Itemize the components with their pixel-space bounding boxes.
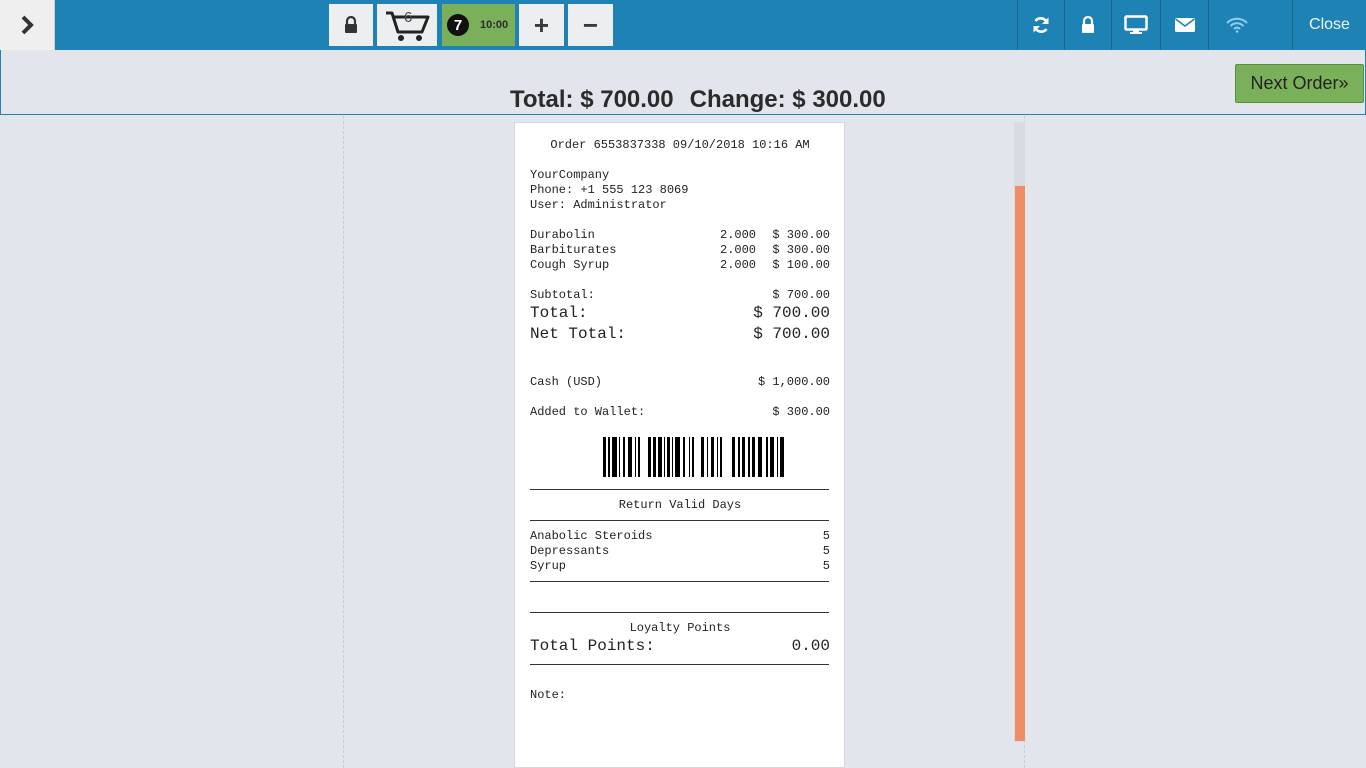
order-number-badge: 7 — [447, 14, 469, 36]
return-days: 5 — [822, 529, 830, 543]
wallet-label: Added to Wallet: — [530, 405, 646, 419]
points-label: Total Points: — [530, 637, 655, 655]
total-value: $ 700.00 — [753, 304, 830, 322]
refresh-icon — [1033, 17, 1049, 33]
return-days: 5 — [822, 559, 830, 573]
line-product: Barbiturates — [530, 243, 617, 257]
scrollbar-thumb[interactable] — [1015, 186, 1025, 741]
line-price: $ 300.00 — [772, 243, 830, 257]
order-lines: Durabolin 2.000 $ 300.00 Barbiturates 2.… — [530, 228, 830, 273]
next-order-button[interactable]: Next Order» — [1235, 64, 1364, 103]
return-row: Syrup 5 — [530, 559, 830, 574]
totals-header: Total: $ 700.00 Change: $ 300.00 Next Ord… — [0, 50, 1366, 115]
chevron-right-icon — [21, 15, 34, 35]
cart-count: 6 — [404, 9, 413, 26]
receipt-header: Order 6553837338 09/10/2018 10:16 AM — [550, 138, 810, 152]
totals-summary: Total: $ 700.00 Change: $ 300.00 — [510, 86, 886, 114]
line-price: $ 100.00 — [772, 258, 830, 272]
total-amount: Total: $ 700.00 — [510, 86, 674, 113]
points-value: 0.00 — [791, 637, 830, 655]
customer-display-button[interactable] — [1111, 0, 1160, 50]
divider — [530, 664, 829, 665]
mail-icon — [1174, 18, 1195, 32]
lock-icon — [1082, 16, 1094, 33]
order-line: Barbiturates 2.000 $ 300.00 — [530, 243, 830, 258]
line-price: $ 300.00 — [772, 228, 830, 242]
loyalty-title: Loyalty Points — [629, 621, 731, 635]
total-row: Total: $ 700.00 — [530, 303, 830, 324]
payment-line: Cash (USD) $ 1,000.00 — [530, 375, 830, 390]
return-category: Depressants — [530, 544, 610, 558]
points-row: Total Points: 0.00 — [530, 636, 830, 657]
return-row: Depressants 5 — [530, 544, 830, 559]
cashier-user: User: Administrator — [530, 198, 667, 212]
divider — [530, 612, 829, 613]
order-selector-button[interactable]: 7 10:00 — [442, 4, 515, 46]
wifi-icon — [1226, 17, 1248, 33]
total-label: Total: — [530, 304, 588, 322]
points-line: Total Points: 0.00 — [530, 636, 830, 657]
order-line: Cough Syrup 2.000 $ 100.00 — [530, 258, 830, 273]
messages-button[interactable] — [1160, 0, 1208, 50]
monitor-icon — [1124, 15, 1148, 34]
divider-left — [343, 116, 344, 768]
return-days: 5 — [822, 544, 830, 558]
lock-order-button[interactable] — [329, 4, 373, 46]
company-name: YourCompany — [530, 168, 610, 182]
return-title: Return Valid Days — [618, 498, 742, 512]
line-qty: 2.000 — [720, 243, 757, 257]
order-line: Durabolin 2.000 $ 300.00 — [530, 228, 830, 243]
line-product: Cough Syrup — [530, 258, 610, 272]
payment-label: Cash (USD) — [530, 375, 603, 389]
return-category: Syrup — [530, 559, 567, 573]
wallet-row: Added to Wallet: $ 300.00 — [530, 405, 830, 420]
cart-button[interactable]: 6 — [377, 4, 437, 46]
subtotal-row: Subtotal: $ 700.00 — [530, 288, 830, 303]
top-bar: 6 7 10:00 + − Close — [0, 0, 1366, 50]
company-phone: Phone: +1 555 123 8069 — [530, 183, 689, 197]
return-items: Anabolic Steroids 5 Depressants 5 Syrup … — [530, 529, 830, 574]
payment-row: Cash (USD) $ 1,000.00 — [530, 375, 830, 390]
net-total-value: $ 700.00 — [753, 325, 830, 343]
sync-button[interactable] — [1017, 0, 1064, 50]
delete-order-button[interactable]: − — [568, 4, 613, 46]
company-info: YourCompany Phone: +1 555 123 8069 User:… — [530, 168, 830, 213]
line-product: Durabolin — [530, 228, 595, 242]
new-order-button[interactable]: + — [519, 4, 564, 46]
divider — [530, 520, 829, 521]
divider — [530, 581, 829, 582]
subtotal-label: Subtotal: — [530, 288, 595, 302]
note-label: Note: — [530, 688, 567, 702]
line-qty: 2.000 — [720, 258, 757, 272]
connection-status[interactable] — [1208, 0, 1292, 50]
line-qty: 2.000 — [720, 228, 757, 242]
divider — [530, 489, 829, 490]
wallet-line: Added to Wallet: $ 300.00 — [530, 405, 830, 420]
change-amount: Change: $ 300.00 — [689, 86, 886, 113]
lock-icon — [345, 16, 357, 33]
receipt: Order 6553837338 09/10/2018 10:16 AM You… — [514, 122, 845, 768]
order-time: 10:00 — [480, 19, 509, 31]
return-row: Anabolic Steroids 5 — [530, 529, 830, 544]
wallet-value: $ 300.00 — [772, 405, 830, 419]
net-total-row: Net Total: $ 700.00 — [530, 324, 830, 345]
barcode — [603, 437, 784, 477]
return-category: Anabolic Steroids — [530, 529, 653, 543]
close-button[interactable]: Close — [1292, 0, 1366, 50]
net-total-label: Net Total: — [530, 325, 627, 343]
totals-block: Subtotal: $ 700.00 Total: $ 700.00 Net T… — [530, 288, 830, 345]
lock-screen-button[interactable] — [1064, 0, 1111, 50]
payment-value: $ 1,000.00 — [757, 375, 830, 389]
subtotal-value: $ 700.00 — [772, 288, 830, 302]
menu-toggle-button[interactable] — [0, 0, 55, 50]
